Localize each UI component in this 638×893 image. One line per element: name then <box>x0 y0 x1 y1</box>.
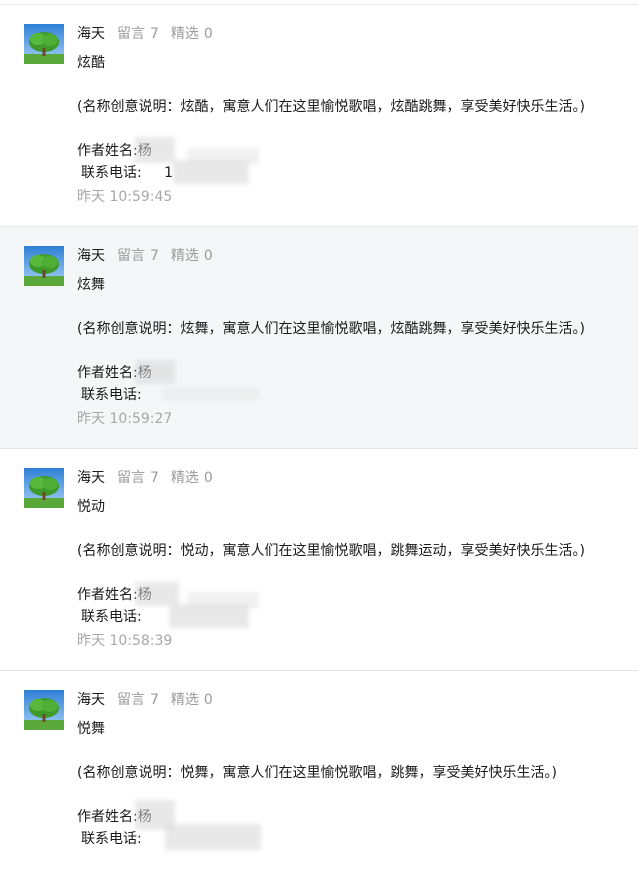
comment-item: 海天 留言 7 精选 0 炫酷 (名称创意说明：炫酷，寓意人们在这里愉悦歌唱，炫酷跳舞，… <box>0 5 638 227</box>
phone-fragment: 1 <box>164 165 174 181</box>
comment-title: 悦动 <box>77 499 105 515</box>
timestamp: 昨天 10:59:45 <box>77 189 173 205</box>
redaction-mosaic <box>165 824 261 850</box>
reply-label: 留言 <box>117 26 145 42</box>
nickname[interactable]: 海天 <box>77 470 105 486</box>
phone-label: 联系电话: <box>81 609 142 625</box>
phone-line: 联系电话: <box>77 824 557 850</box>
author-line: 作者姓名:杨 <box>77 582 585 608</box>
comment-body: 炫酷 (名称创意说明：炫酷，寓意人们在这里愉悦歌唱，炫酷跳舞，享受美好快乐生活。… <box>77 52 585 184</box>
redaction-mosaic <box>169 604 249 628</box>
tree-avatar-icon <box>24 24 64 64</box>
author-line: 作者姓名:杨 <box>77 360 585 384</box>
comment-title: 悦舞 <box>77 721 105 737</box>
comment-body: 悦舞 (名称创意说明：悦舞，寓意人们在这里愉悦歌唱，跳舞，享受美好快乐生活。) … <box>77 718 557 850</box>
comment-list: 海天 留言 7 精选 0 炫酷 (名称创意说明：炫酷，寓意人们在这里愉悦歌唱，炫酷跳舞，… <box>0 5 638 893</box>
comment-body: 悦动 (名称创意说明：悦动，寓意人们在这里愉悦歌唱，跳舞运动，享受美好快乐生活。… <box>77 496 585 628</box>
phone-label: 联系电话: <box>81 387 142 403</box>
comment-description: (名称创意说明：炫酷，寓意人们在这里愉悦歌唱，炫酷跳舞，享受美好快乐生活。) <box>77 99 585 115</box>
comment-title: 炫酷 <box>77 55 105 71</box>
avatar[interactable] <box>24 468 64 508</box>
phone-line: 联系电话: <box>77 384 585 406</box>
comment-item: 海天 留言 7 精选 0 悦舞 (名称创意说明：悦舞，寓意人们在这里愉悦歌唱，跳舞，享受… <box>0 671 638 893</box>
nickname[interactable]: 海天 <box>77 692 105 708</box>
reply-stat[interactable]: 留言 7 <box>117 26 159 42</box>
phone-line: 联系电话: <box>77 604 585 628</box>
nickname[interactable]: 海天 <box>77 248 105 264</box>
phone-label: 联系电话: <box>81 831 142 847</box>
comment-meta: 海天 留言 7 精选 0 <box>77 24 213 44</box>
featured-label: 精选 <box>170 26 199 42</box>
redaction-mosaic <box>135 360 175 384</box>
comment-meta: 海天 留言 7 精选 0 <box>77 690 213 710</box>
reply-label: 留言 <box>117 248 145 264</box>
avatar[interactable] <box>24 24 64 64</box>
featured-label: 精选 <box>170 248 199 264</box>
featured-count: 0 <box>203 692 213 708</box>
timestamp: 昨天 10:59:27 <box>77 411 173 427</box>
comment-item: 海天 留言 7 精选 0 炫舞 (名称创意说明：炫舞，寓意人们在这里愉悦歌唱，炫酷跳舞，… <box>0 227 638 449</box>
comment-meta: 海天 留言 7 精选 0 <box>77 246 213 266</box>
tree-avatar-icon <box>24 690 64 730</box>
reply-stat[interactable]: 留言 7 <box>117 692 159 708</box>
comment-description: (名称创意说明：炫舞，寓意人们在这里愉悦歌唱，炫酷跳舞，享受美好快乐生活。) <box>77 321 585 337</box>
featured-stat[interactable]: 精选 0 <box>171 470 213 486</box>
reply-stat[interactable]: 留言 7 <box>117 470 159 486</box>
reply-count: 7 <box>150 470 159 486</box>
phone-line: 联系电话: 1 <box>77 160 585 184</box>
redaction-mosaic <box>173 160 249 184</box>
author-line: 作者姓名:杨 <box>77 137 585 164</box>
featured-count: 0 <box>203 248 213 264</box>
featured-stat[interactable]: 精选 0 <box>171 248 213 264</box>
redaction-mosaic <box>163 388 259 400</box>
redaction-mosaic <box>135 137 175 163</box>
comment-description: (名称创意说明：悦舞，寓意人们在这里愉悦歌唱，跳舞，享受美好快乐生活。) <box>77 765 557 781</box>
redaction-mosaic <box>135 582 179 606</box>
reply-count: 7 <box>150 248 159 264</box>
comment-title: 炫舞 <box>77 277 105 293</box>
reply-label: 留言 <box>117 470 145 486</box>
featured-stat[interactable]: 精选 0 <box>171 26 213 42</box>
comment-body: 炫舞 (名称创意说明：炫舞，寓意人们在这里愉悦歌唱，炫酷跳舞，享受美好快乐生活。… <box>77 274 585 406</box>
comment-description: (名称创意说明：悦动，寓意人们在这里愉悦歌唱，跳舞运动，享受美好快乐生活。) <box>77 543 585 559</box>
reply-stat[interactable]: 留言 7 <box>117 248 159 264</box>
phone-label: 联系电话: <box>81 165 142 181</box>
featured-label: 精选 <box>170 470 199 486</box>
reply-count: 7 <box>150 26 159 42</box>
timestamp: 昨天 10:58:39 <box>77 633 173 649</box>
featured-count: 0 <box>203 470 213 486</box>
author-line: 作者姓名:杨 <box>77 800 557 830</box>
avatar[interactable] <box>24 246 64 286</box>
reply-label: 留言 <box>117 692 145 708</box>
comment-meta: 海天 留言 7 精选 0 <box>77 468 213 488</box>
comment-item: 海天 留言 7 精选 0 悦动 (名称创意说明：悦动，寓意人们在这里愉悦歌唱，跳舞运动，… <box>0 449 638 671</box>
nickname[interactable]: 海天 <box>77 26 105 42</box>
avatar[interactable] <box>24 690 64 730</box>
tree-avatar-icon <box>24 468 64 508</box>
featured-count: 0 <box>203 26 213 42</box>
featured-stat[interactable]: 精选 0 <box>171 692 213 708</box>
tree-avatar-icon <box>24 246 64 286</box>
reply-count: 7 <box>150 692 159 708</box>
featured-label: 精选 <box>170 692 199 708</box>
